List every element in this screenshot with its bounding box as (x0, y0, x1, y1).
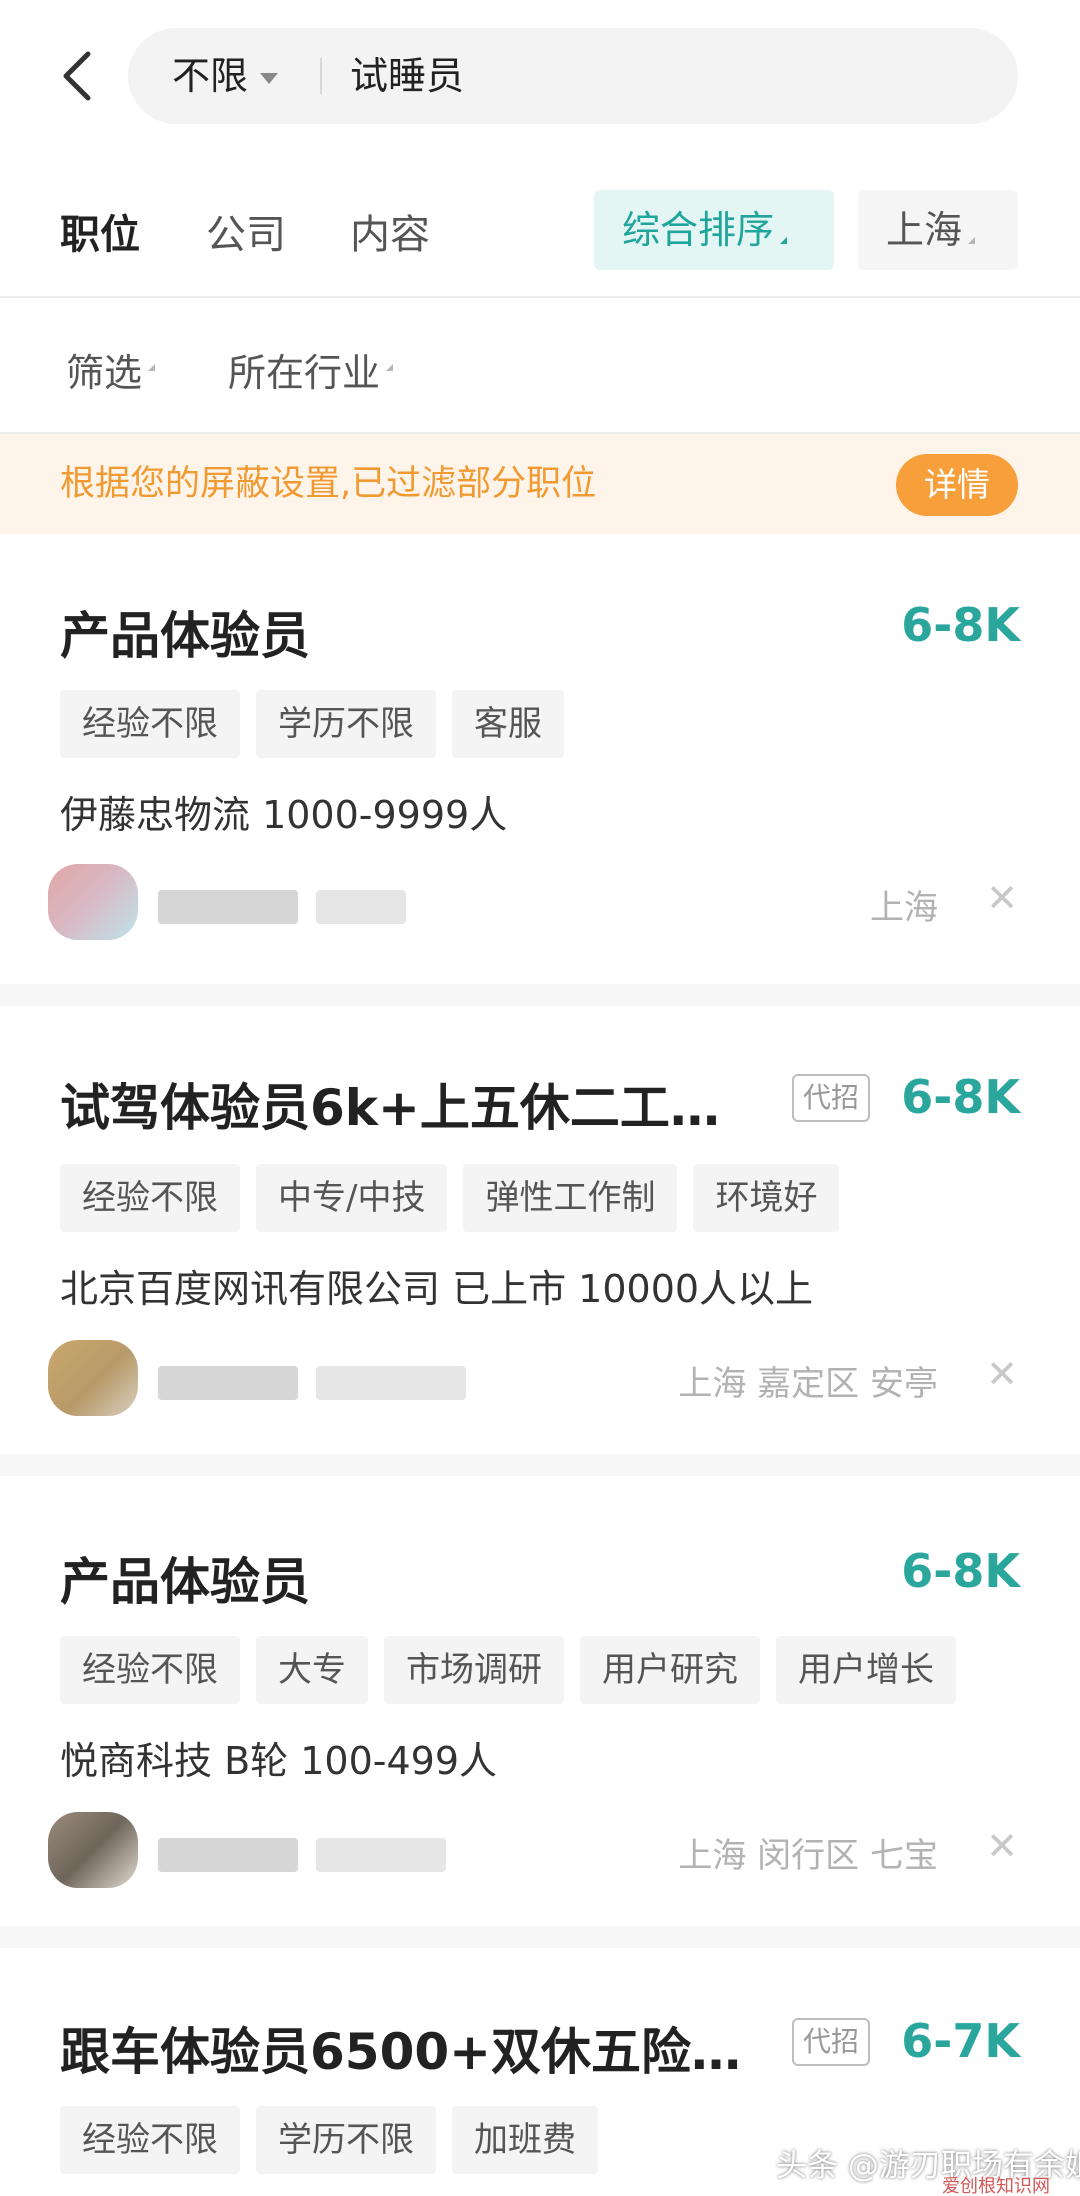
job-salary: 6-8K (901, 1070, 1020, 1124)
proxy-recruit-badge: 代招 (792, 2018, 870, 2066)
job-card[interactable]: 产品体验员 6-8K 经验不限 大专 市场调研 用户研究 用户增长 悦商科技 B轮 10… (0, 1476, 1080, 1926)
card-separator (0, 1926, 1080, 1948)
close-icon[interactable]: ✕ (986, 1352, 1018, 1396)
company-info: 伊藤忠物流 1000-9999人 (60, 793, 508, 837)
dropdown-triangle-icon (148, 364, 156, 371)
tab-content[interactable]: 内容 (350, 202, 430, 260)
job-tags: 经验不限 大专 市场调研 用户研究 用户增长 (60, 1636, 972, 1704)
job-salary: 6-8K (901, 598, 1020, 652)
recruiter-role-blurred (316, 1838, 446, 1872)
job-tags: 经验不限 学历不限 客服 (60, 690, 580, 758)
industry-filter-button[interactable]: 所在行业 (228, 342, 394, 397)
job-tag: 客服 (452, 690, 564, 758)
details-button[interactable]: 详情 (896, 454, 1018, 516)
job-title: 跟车体验员6500+双休五险… (60, 2023, 742, 2081)
tab-bar: 职位 公司 内容 综合排序 上海 (0, 182, 1080, 292)
job-tag: 环境好 (693, 1164, 840, 1232)
watermark-subtext: 爱创根知识网 (942, 2176, 1050, 2196)
dropdown-triangle-icon (968, 237, 976, 244)
card-separator (0, 984, 1080, 1006)
job-tag: 经验不限 (60, 2106, 240, 2174)
job-tag: 经验不限 (60, 1636, 240, 1704)
avatar (48, 1812, 138, 1888)
filter-button[interactable]: 筛选 (66, 342, 156, 397)
job-tag: 弹性工作制 (463, 1164, 678, 1232)
job-tag: 用户研究 (580, 1636, 760, 1704)
city-dropdown[interactable]: 上海 (858, 190, 1018, 270)
job-title: 产品体验员 (60, 1553, 310, 1611)
close-icon[interactable]: ✕ (986, 1824, 1018, 1868)
tab-companies[interactable]: 公司 (206, 202, 286, 260)
filter-label: 筛选 (66, 351, 143, 395)
sort-label: 综合排序 (622, 208, 775, 252)
notice-text: 根据您的屏蔽设置,已过滤部分职位 (60, 464, 597, 504)
job-location: 上海 嘉定区 安亭 (678, 1364, 938, 1404)
filter-bar: 筛选 所在行业 (0, 300, 1080, 430)
recruiter-role-blurred (316, 890, 406, 924)
recruiter-name-blurred (158, 1838, 298, 1872)
job-tag: 加班费 (452, 2106, 598, 2174)
avatar (48, 1340, 138, 1416)
industry-filter-label: 所在行业 (228, 351, 381, 395)
job-salary: 6-8K (901, 1544, 1020, 1598)
job-tag: 市场调研 (384, 1636, 564, 1704)
dropdown-triangle-icon (780, 237, 788, 244)
proxy-recruit-badge: 代招 (792, 1074, 870, 1122)
job-tags: 经验不限 中专/中技 弹性工作制 环境好 (60, 1164, 855, 1232)
tab-jobs[interactable]: 职位 (60, 202, 140, 260)
job-title: 试驾体验员6k+上五休二工… (60, 1079, 720, 1137)
job-card[interactable]: 试驾体验员6k+上五休二工… 代招 6-8K 经验不限 中专/中技 弹性工作制 环境好… (0, 1006, 1080, 1454)
job-tag: 经验不限 (60, 690, 240, 758)
recruiter-role-blurred (316, 1366, 466, 1400)
company-info: 悦商科技 B轮 100-499人 (60, 1739, 498, 1783)
job-tag: 用户增长 (776, 1636, 956, 1704)
recruiter-name-blurred (158, 1366, 298, 1400)
city-label: 上海 (886, 208, 963, 252)
job-location: 上海 (870, 888, 938, 928)
close-icon[interactable]: ✕ (986, 876, 1018, 920)
dropdown-triangle-icon (386, 364, 394, 371)
job-location: 上海 闵行区 七宝 (678, 1836, 938, 1876)
sort-dropdown[interactable]: 综合排序 (594, 190, 834, 270)
job-title: 产品体验员 (60, 607, 310, 665)
search-box[interactable]: 不限 试睡员 (128, 28, 1018, 124)
card-separator (0, 1454, 1080, 1476)
job-tag: 学历不限 (256, 690, 436, 758)
back-arrow-icon[interactable] (58, 48, 98, 104)
company-info: 北京百度网讯有限公司 已上市 10000人以上 (60, 1267, 814, 1311)
search-divider (320, 58, 322, 94)
job-salary: 6-7K (901, 2014, 1020, 2068)
recruiter-name-blurred (158, 890, 298, 924)
job-tag: 经验不限 (60, 1164, 240, 1232)
city-filter-select[interactable]: 不限 (172, 28, 279, 124)
job-tag: 大专 (256, 1636, 368, 1704)
search-query[interactable]: 试睡员 (350, 28, 464, 124)
search-header: 不限 试睡员 (0, 0, 1080, 150)
avatar (48, 864, 138, 940)
job-tags: 经验不限 学历不限 加班费 (60, 2106, 614, 2174)
job-tag: 中专/中技 (256, 1164, 448, 1232)
filter-notice-banner: 根据您的屏蔽设置,已过滤部分职位 详情 (0, 434, 1080, 534)
divider (0, 296, 1080, 298)
job-card[interactable]: 产品体验员 6-8K 经验不限 学历不限 客服 伊藤忠物流 1000-9999人 上… (0, 534, 1080, 984)
job-tag: 学历不限 (256, 2106, 436, 2174)
city-filter-label: 不限 (172, 54, 249, 98)
caret-down-icon (260, 73, 279, 84)
